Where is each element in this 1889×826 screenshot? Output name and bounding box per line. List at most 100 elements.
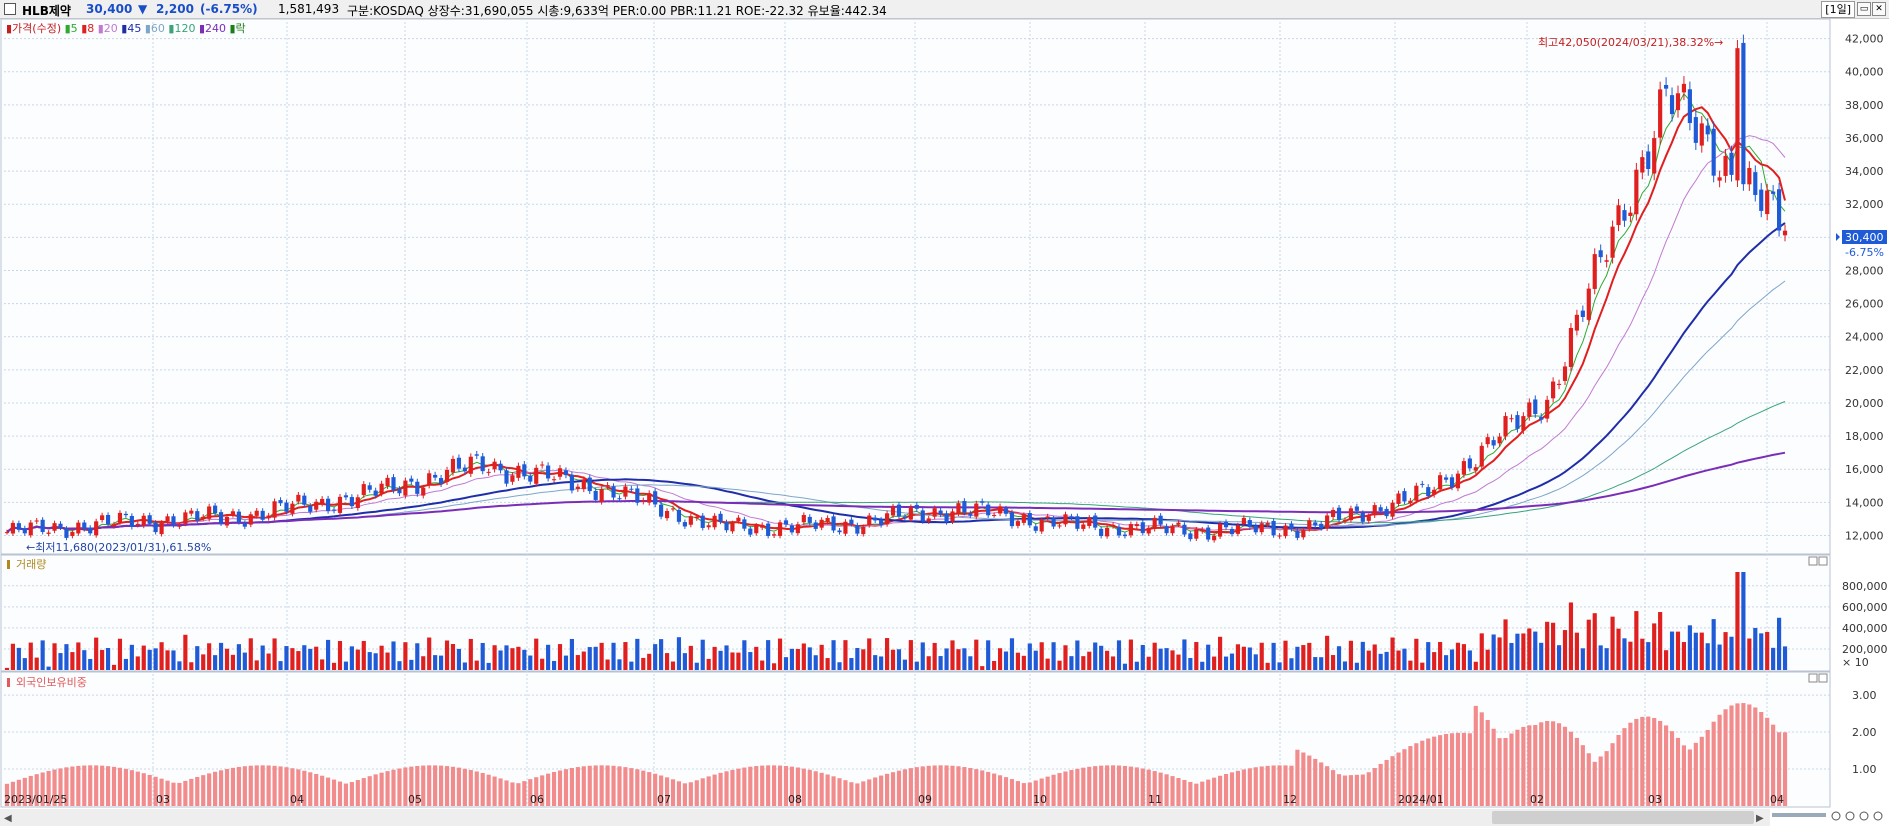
zoom-slider[interactable] bbox=[1772, 813, 1826, 817]
minimize-button[interactable]: ▭ bbox=[1857, 2, 1871, 16]
foreign-bar bbox=[908, 768, 913, 806]
foreign-bar bbox=[100, 765, 105, 806]
volume-bar bbox=[1194, 642, 1199, 670]
candle-body bbox=[1116, 526, 1122, 536]
volume-bar bbox=[1116, 640, 1122, 670]
volume-bar bbox=[1069, 656, 1074, 670]
candle-body bbox=[64, 528, 69, 538]
scroll-left-icon[interactable]: ◀ bbox=[4, 813, 12, 824]
foreign-bar bbox=[1247, 768, 1252, 806]
volume-bar bbox=[1289, 658, 1294, 670]
volume-bar bbox=[296, 651, 301, 670]
candle-body bbox=[1735, 48, 1740, 181]
close-icon[interactable]: ✕ bbox=[1872, 2, 1886, 16]
foreign-bar bbox=[1206, 779, 1211, 806]
candle-body bbox=[1479, 445, 1484, 467]
foreign-bar bbox=[837, 778, 842, 806]
volume-bar bbox=[1128, 639, 1133, 670]
candle-body bbox=[1069, 516, 1074, 518]
foreign-bar bbox=[195, 776, 200, 806]
candle-body bbox=[218, 512, 224, 524]
foreign-bar bbox=[932, 765, 937, 806]
candle-body bbox=[1717, 177, 1722, 181]
foreign-bar bbox=[343, 783, 349, 806]
foreign-bar bbox=[581, 766, 586, 806]
candle-body bbox=[403, 480, 408, 496]
date-tick-label: 2024/01 bbox=[1398, 793, 1444, 806]
volume-bar bbox=[783, 657, 789, 670]
foreign-bar bbox=[1170, 776, 1175, 806]
foreign-bar bbox=[510, 782, 515, 806]
zoom-in-icon bbox=[1845, 811, 1855, 821]
candle-body bbox=[1747, 168, 1752, 185]
candle-body bbox=[88, 527, 93, 534]
foreign-bar bbox=[135, 771, 140, 806]
foreign-bar bbox=[974, 769, 979, 806]
volume-bar bbox=[1556, 645, 1562, 670]
candle-body bbox=[1652, 138, 1657, 174]
foreign-bar bbox=[456, 767, 462, 806]
volume-bar bbox=[254, 660, 259, 670]
volume-bar bbox=[480, 642, 485, 670]
foreign-bar bbox=[546, 773, 551, 806]
price-tick-label: 38,000 bbox=[1845, 99, 1884, 112]
price-tick-label: 14,000 bbox=[1845, 496, 1884, 509]
date-tick-label: 07 bbox=[657, 793, 671, 806]
scroll-right-icon[interactable]: ▶ bbox=[1756, 813, 1764, 824]
volume-bar bbox=[1384, 651, 1389, 670]
candle-body bbox=[1545, 399, 1550, 419]
candle-body bbox=[266, 515, 271, 519]
volume-tick-label: 200,000 bbox=[1842, 643, 1888, 656]
volume-bar bbox=[575, 655, 580, 670]
candle-body bbox=[920, 510, 925, 522]
foreign-bar bbox=[754, 766, 759, 806]
volume-bar bbox=[926, 656, 931, 670]
volume-bar bbox=[932, 642, 937, 670]
header-checkbox[interactable] bbox=[4, 3, 16, 15]
foreign-bar bbox=[117, 767, 123, 806]
chart-area[interactable]: 12,000 14,000 16,000 18,000 20,000 22,000 24,0… bbox=[0, 18, 1889, 826]
volume-bar bbox=[415, 643, 420, 670]
volume-bar bbox=[1515, 633, 1520, 670]
candle-body bbox=[1503, 416, 1508, 437]
candle-body bbox=[391, 477, 396, 491]
foreign-bar bbox=[772, 765, 777, 806]
candle-body bbox=[504, 470, 509, 484]
candle-body bbox=[1628, 212, 1633, 216]
down-arrow-icon: ▼ bbox=[138, 2, 148, 16]
candle-body bbox=[1473, 467, 1478, 471]
candle-body bbox=[1664, 84, 1669, 89]
volume-bar bbox=[1093, 642, 1098, 670]
foreign-bar bbox=[1081, 767, 1086, 806]
candle-body bbox=[456, 457, 462, 469]
foreign-bar bbox=[498, 778, 503, 806]
foreign-bar bbox=[944, 765, 949, 806]
volume-bar bbox=[849, 658, 854, 670]
volume-bar bbox=[807, 647, 812, 670]
foreign-bar bbox=[94, 765, 99, 806]
foreign-bar bbox=[831, 776, 836, 806]
candle-body bbox=[1622, 210, 1627, 221]
candle-body bbox=[462, 467, 467, 472]
volume-bar bbox=[1449, 649, 1455, 670]
volume-bar bbox=[1443, 655, 1449, 670]
foreign-bar bbox=[129, 770, 134, 806]
volume-bar bbox=[1015, 652, 1020, 670]
volume-bar bbox=[230, 654, 236, 670]
volume-bar bbox=[111, 664, 117, 670]
foreign-bar bbox=[1330, 770, 1336, 806]
candle-body bbox=[141, 515, 146, 526]
zoom-icons[interactable] bbox=[1831, 811, 1883, 821]
candle-body bbox=[1491, 440, 1496, 446]
volume-bar bbox=[1717, 644, 1722, 670]
candle-body bbox=[569, 474, 574, 491]
foreign-bar bbox=[712, 774, 717, 806]
foreign-bar bbox=[593, 765, 598, 806]
scrollbar-thumb[interactable] bbox=[1492, 811, 1754, 824]
candle-body bbox=[1521, 416, 1526, 431]
period-button[interactable]: [1일] bbox=[1821, 1, 1855, 18]
volume-bar bbox=[1729, 636, 1734, 670]
foreign-panel-label: 외국인보유비중 bbox=[16, 676, 87, 689]
foreign-bar bbox=[213, 771, 218, 806]
candle-body bbox=[1580, 310, 1585, 317]
